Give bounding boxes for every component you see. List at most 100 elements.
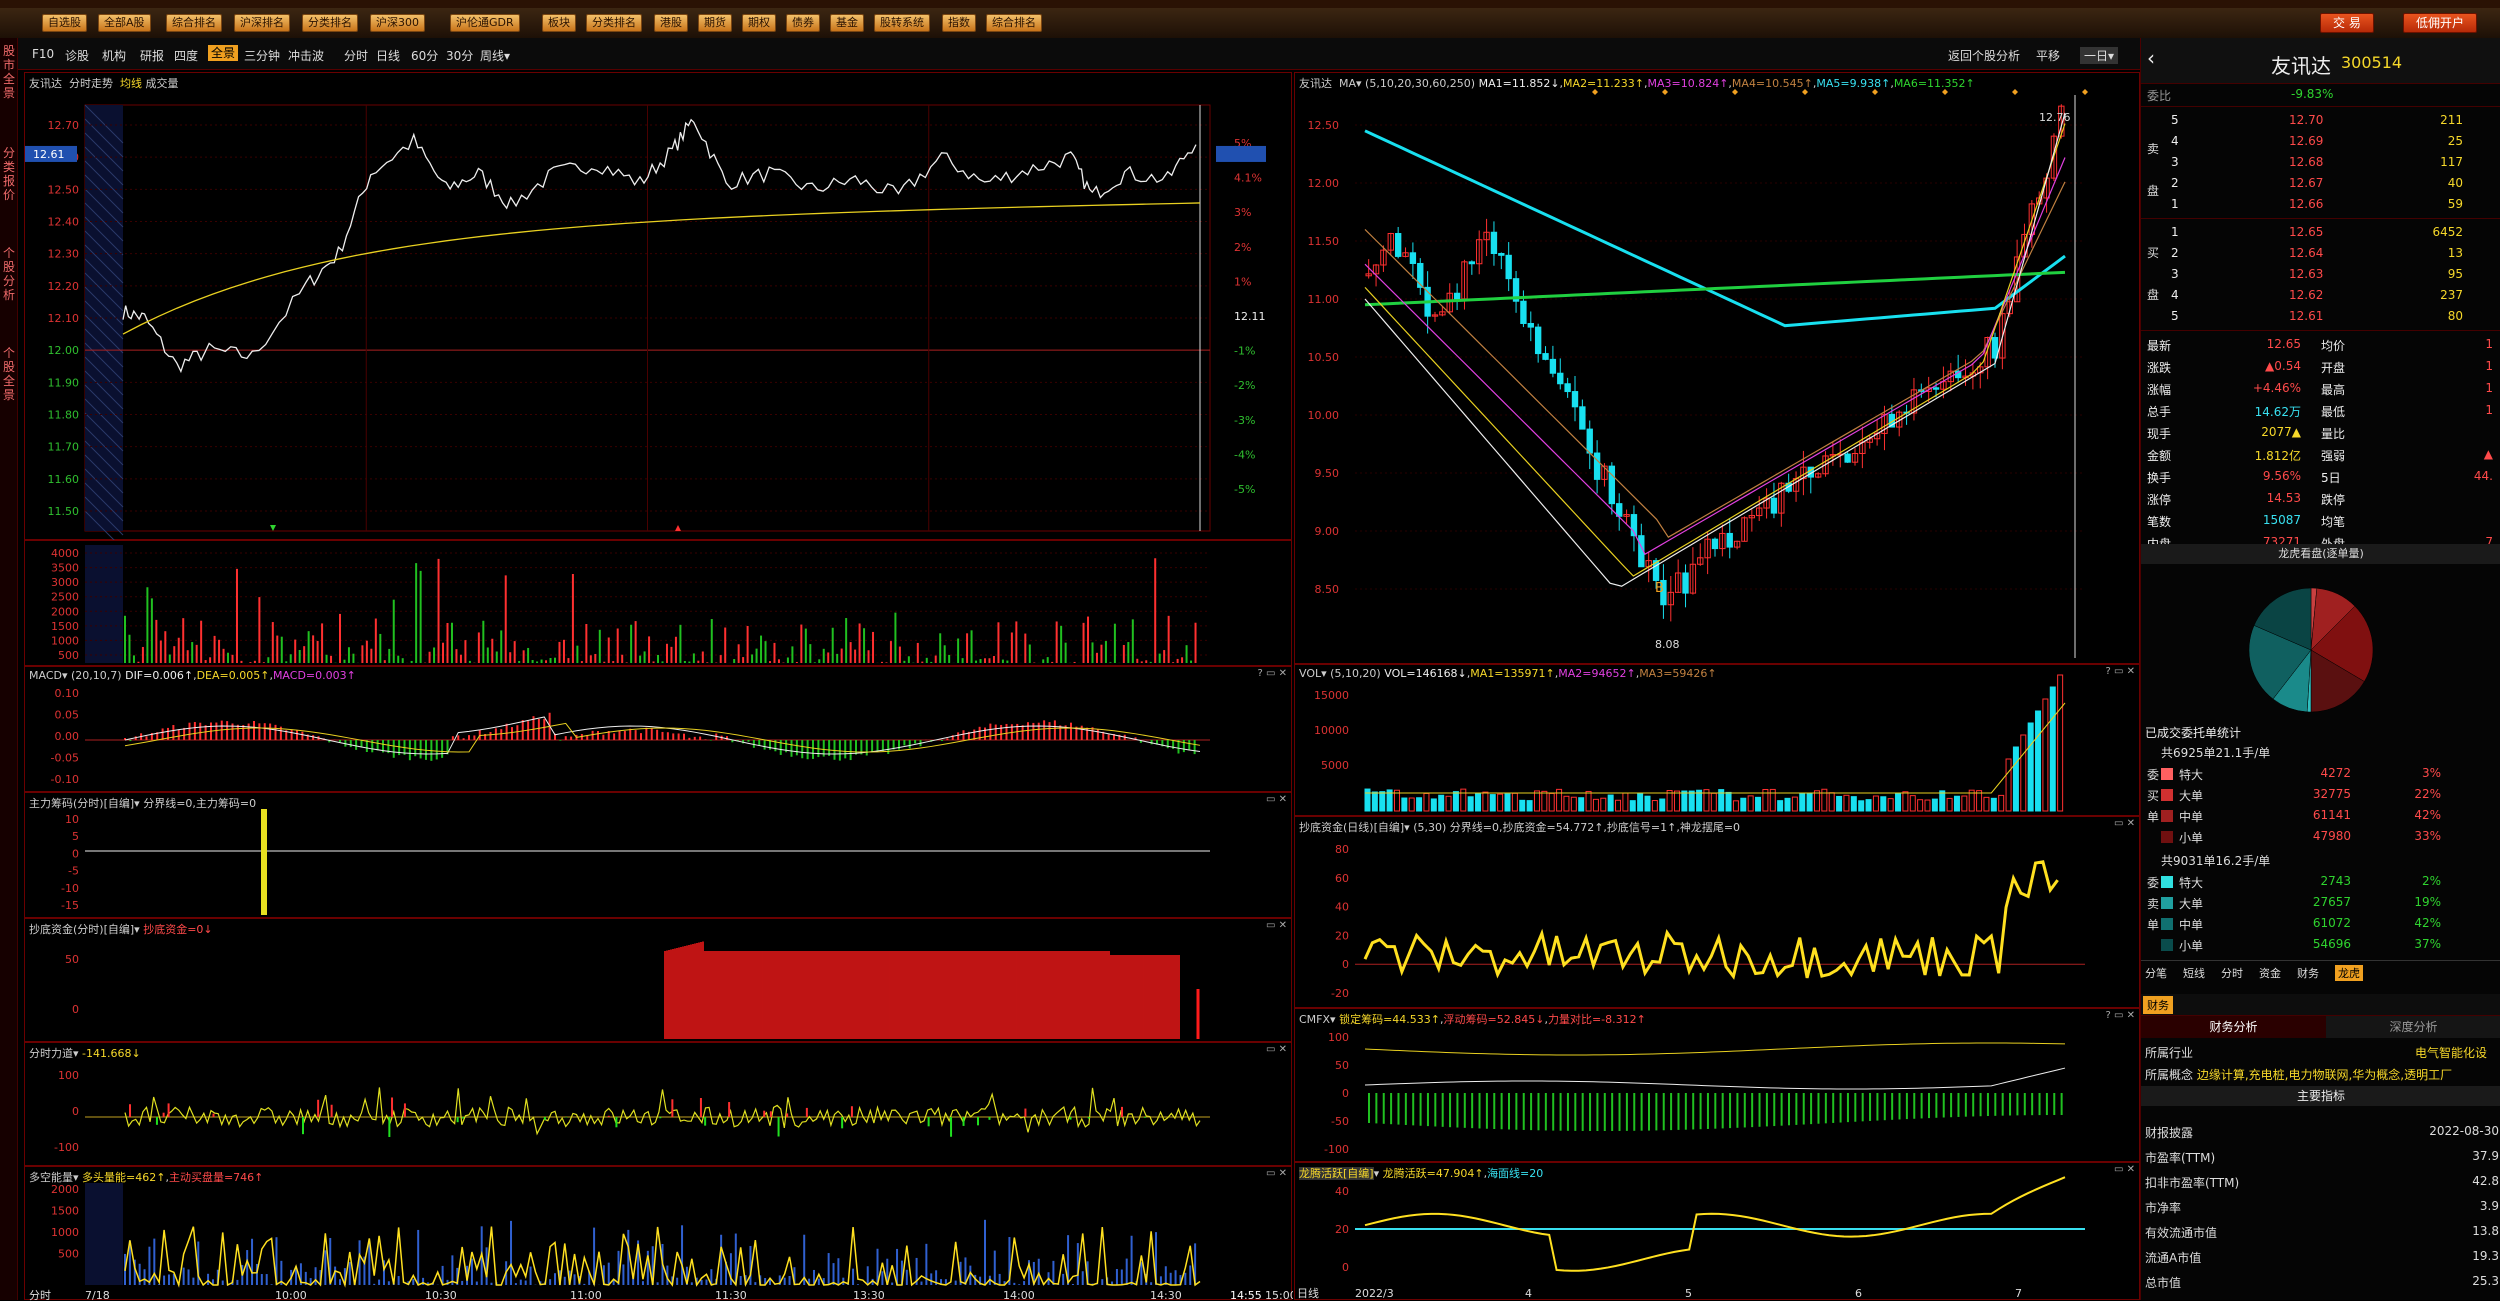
trade-button[interactable]: 交 易 [2320,13,2374,33]
pct-tick: -5% [1234,483,1255,496]
nav-category-quotes[interactable]: 分类报价 [2,146,16,202]
candle-body [1549,358,1557,374]
cmfx-tick: -50 [1331,1115,1349,1128]
toolbar-item[interactable]: 研报 [140,47,164,64]
toolbar-item[interactable]: 日线 [376,47,400,64]
price[interactable]: 12.63 [2289,267,2323,281]
quote-tab[interactable]: 资金 [2259,965,2281,981]
back-arrow-icon[interactable]: ‹ [2147,46,2155,70]
menu-button[interactable]: 期权 [742,14,776,32]
nav-stock-analysis[interactable]: 个股分析 [2,246,16,302]
menu-button[interactable]: 指数 [942,14,976,32]
menu-button[interactable]: 综合排名 [986,14,1042,32]
toolbar-item[interactable]: 机构 [102,47,126,64]
volume-bar [1813,790,1820,812]
dk-tick: 2000 [51,1183,79,1196]
stat-value: ▲ [2483,447,2493,461]
ma250-line [1364,270,2066,307]
toolbar-item[interactable]: 三分钟 [244,47,280,64]
open-account-button[interactable]: 低佣开户 [2403,13,2478,33]
volume-bar [1939,790,1946,812]
price[interactable]: 12.62 [2289,288,2323,302]
level: 4 [2171,134,2179,148]
deal-pct: 3% [2421,766,2441,780]
event-marker-icon [2082,89,2088,95]
candle-body [1453,292,1461,300]
menu-button[interactable]: 债券 [786,14,820,32]
candle-body [1726,532,1733,548]
price[interactable]: 12.64 [2289,246,2323,260]
main-indicators-title: 主要指标 [2141,1086,2500,1106]
candle-body [1770,497,1778,514]
toolbar-item[interactable]: F10 [32,47,54,61]
menu-button[interactable]: 期货 [698,14,732,32]
stat-value: ▲0.54 [2265,359,2301,373]
menu-button[interactable]: 股转系统 [874,14,930,32]
quote-tab[interactable]: 短线 [2183,965,2205,981]
menu-button[interactable]: 分类排名 [302,14,358,32]
nav-market-overview[interactable]: 股市全景 [2,44,16,100]
period-dropdown[interactable]: 一日▾ [2080,47,2119,64]
price-tick: 12.00 [48,344,80,357]
price[interactable]: 12.70 [2289,113,2323,127]
webi-value: -9.83% [2291,87,2334,101]
sell-total: 共9031单16.2手/单 [2161,854,2271,868]
event-marker-icon [1732,89,1738,95]
volume-bar [1438,794,1445,812]
toolbar-item[interactable]: 30分 [446,47,473,64]
volume-bar [1732,800,1739,812]
ma60-line [1364,129,2066,328]
time-label: 14:30 [1150,1289,1182,1301]
tab-finance-main[interactable]: 财务 [2143,996,2173,1014]
menu-button[interactable]: 沪深排名 [234,14,290,32]
menu-button[interactable]: 基金 [830,14,864,32]
toolbar-item[interactable]: 分时 [344,47,368,64]
stat-row: 金额 1.812亿 强弱 ▲ [2141,444,2500,465]
nav-stock-overview[interactable]: 个股全景 [2,346,16,402]
kline-chart[interactable]: 12.50 12.00 11.50 11.00 10.50 10.00 9.50 9.00 8.… [1295,73,2141,665]
price[interactable]: 12.66 [2289,197,2323,211]
level: 4 [2171,288,2179,302]
fin-value: 19.3 [2472,1249,2499,1263]
intraday-price-chart[interactable]: 12.7012.6012.5012.4012.3012.2012.1012.00… [25,73,1293,541]
volume-bar [1880,796,1887,812]
toolbar-item[interactable]: 60分 [411,47,438,64]
toolbar-item[interactable]: 诊股 [65,47,89,64]
price[interactable]: 12.68 [2289,155,2323,169]
price[interactable]: 12.69 [2289,134,2323,148]
volume: 25 [2447,134,2463,148]
menu-button[interactable]: 沪深300 [370,14,425,32]
stock-code: 300514 [2341,53,2403,72]
toolbar-item[interactable]: 四度 [174,47,198,64]
side-label: 委 [2147,768,2160,782]
stat-value: 9.56% [2262,469,2301,483]
back-to-analysis-link[interactable]: 返回个股分析 [1948,47,2020,64]
pan-button[interactable]: 平移 [2036,47,2060,64]
price[interactable]: 12.67 [2289,176,2323,190]
menu-button[interactable]: 沪伦通GDR [450,14,520,32]
tab-fin-analysis[interactable]: 财务分析 [2141,1016,2326,1038]
candle-body [1711,538,1719,550]
toolbar-item[interactable]: 周线▾ [480,47,510,64]
divider [2141,106,2500,107]
menu-button[interactable]: 港股 [654,14,688,32]
quote-tab[interactable]: 分时 [2221,965,2243,981]
legend-swatch [2161,897,2173,909]
menu-button[interactable]: 自选股 [42,14,87,32]
quote-tab[interactable]: 分笔 [2145,965,2167,981]
quote-tab[interactable]: 龙虎 [2335,965,2363,981]
menu-button[interactable]: 板块 [542,14,576,32]
longteng-panel: 龙腾活跃[自编]▾ 龙腾活跃=47.904↑,海面线=20 ▭ ✕ 40 20 0 日… [1294,1162,2140,1300]
menu-button[interactable]: 综合排名 [166,14,222,32]
price-tick: 11.70 [48,441,80,454]
price[interactable]: 12.61 [2289,309,2323,323]
quote-tab[interactable]: 财务 [2297,965,2319,981]
toolbar-item[interactable]: 全景 [208,45,239,61]
toolbar-item[interactable]: 冲击波 [288,47,324,64]
menu-button[interactable]: 全部A股 [98,14,151,32]
volume-bar [1983,796,1990,812]
price[interactable]: 12.65 [2289,225,2323,239]
menu-button[interactable]: 分类排名 [586,14,642,32]
volume-bar [1828,792,1835,812]
tab-deep-analysis[interactable]: 深度分析 [2326,1016,2500,1038]
